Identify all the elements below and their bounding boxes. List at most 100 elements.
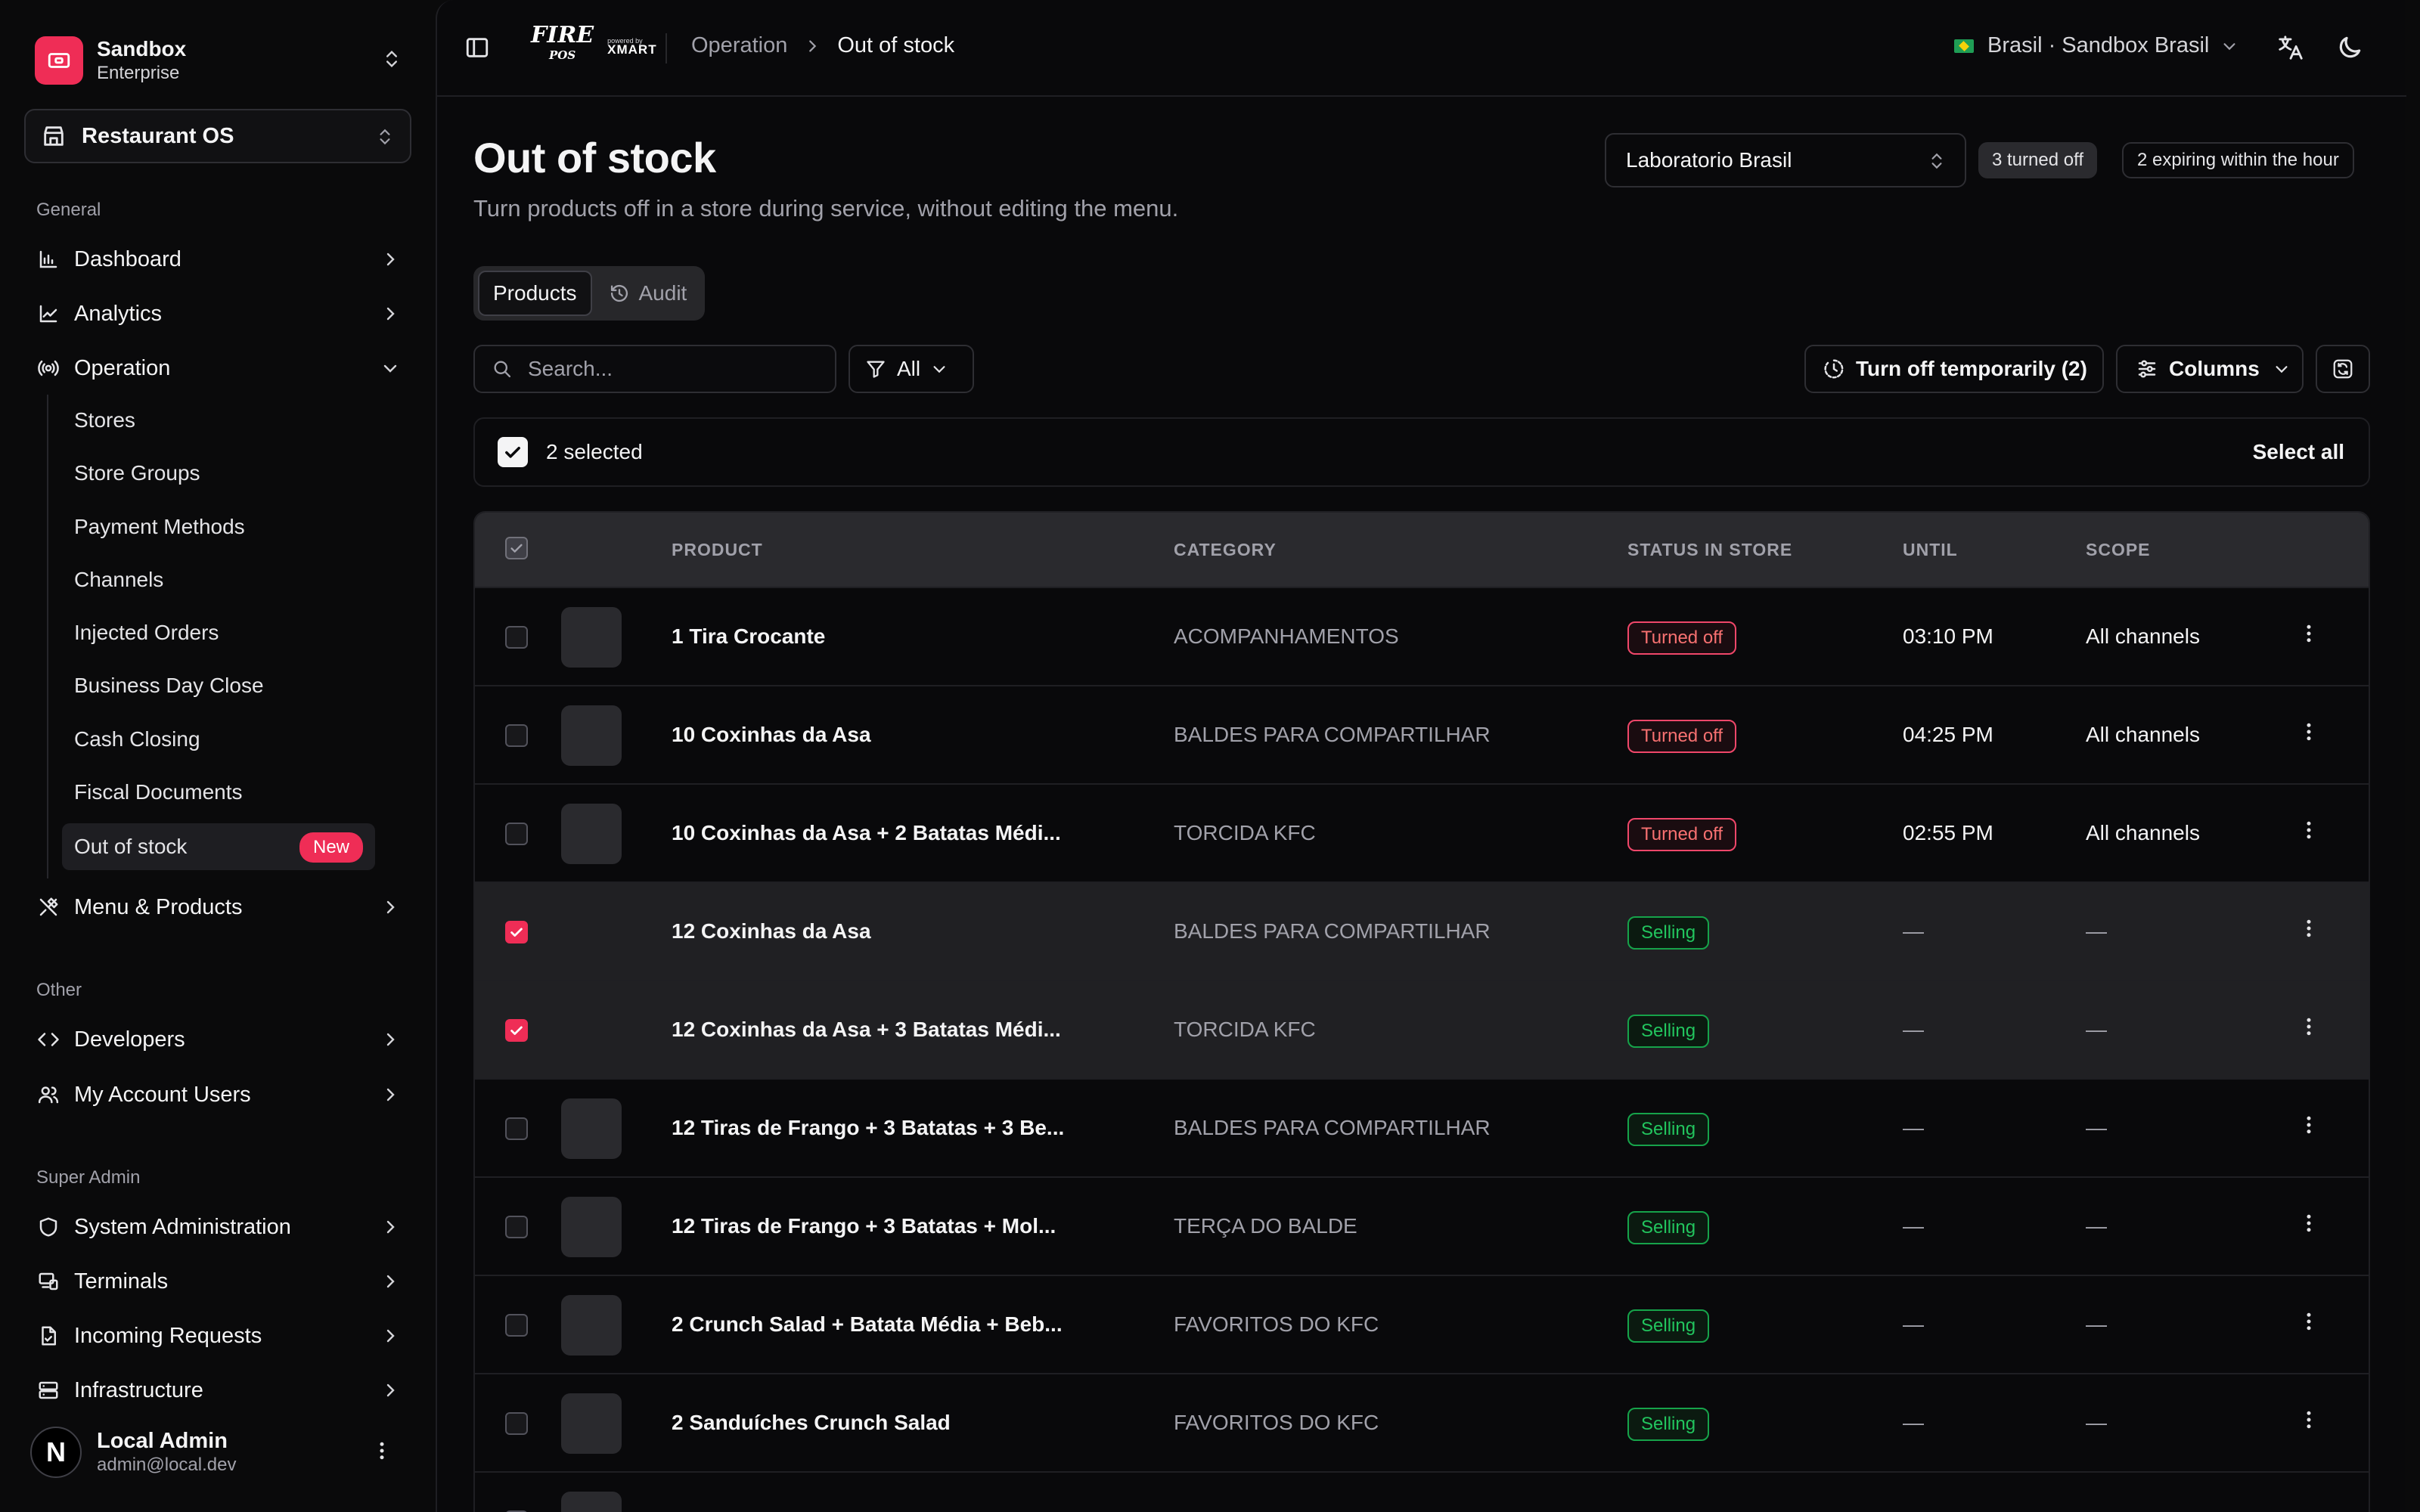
sidebar-item-incoming-requests[interactable]: Incoming Requests (24, 1313, 411, 1359)
sidebar-item-menu-products[interactable]: Menu & Products (24, 885, 411, 930)
workspace-switcher[interactable]: Sandbox Enterprise (35, 35, 413, 86)
sidebar-item-dashboard[interactable]: Dashboard (24, 237, 411, 282)
table-row[interactable]: 2 Crunch Salad + Batata Média + Beb... FA… (475, 1275, 2369, 1373)
column-header-product[interactable]: PRODUCT (672, 540, 763, 560)
more-vertical-icon[interactable] (2297, 1310, 2320, 1333)
selection-bar: 2 selected Select all (473, 417, 2370, 487)
product-name: 2 Sanduíches Crunch Salad (672, 1411, 951, 1434)
table-row[interactable] (475, 1471, 2369, 1512)
language-icon[interactable] (2276, 33, 2305, 62)
table-row[interactable]: 2 Sanduíches Crunch Salad FAVORITOS DO KF… (475, 1373, 2369, 1471)
turn-off-temporarily-button[interactable]: Turn off temporarily (2) (1804, 345, 2104, 393)
search-icon (492, 358, 513, 380)
check-icon (510, 544, 523, 553)
row-checkbox[interactable] (505, 724, 528, 747)
until-time: — (1903, 1411, 1924, 1434)
more-vertical-icon[interactable] (2297, 819, 2320, 841)
store-icon (41, 123, 67, 149)
row-checkbox[interactable] (505, 1412, 528, 1435)
column-header-status[interactable]: STATUS IN STORE (1627, 540, 1792, 560)
row-checkbox[interactable] (505, 1314, 528, 1337)
sidebar-item-store-groups[interactable]: Store Groups (62, 450, 375, 497)
columns-button[interactable]: Columns (2116, 345, 2304, 393)
divider (666, 33, 667, 64)
breadcrumb-operation[interactable]: Operation (691, 33, 787, 58)
table-row[interactable]: 10 Coxinhas da Asa + 2 Batatas Médi... TO… (475, 783, 2369, 881)
chevron-right-icon (381, 305, 399, 323)
table-row[interactable]: 10 Coxinhas da Asa BALDES PARA COMPARTILH… (475, 685, 2369, 783)
more-vertical-icon[interactable] (2297, 1408, 2320, 1431)
sidebar-item-label: Operation (74, 355, 171, 380)
more-vertical-icon[interactable] (2297, 720, 2320, 743)
refresh-button[interactable] (2316, 345, 2370, 393)
select-toggle-checkbox[interactable] (498, 437, 528, 467)
search-input[interactable] (528, 357, 815, 381)
more-vertical-icon[interactable] (2297, 1015, 2320, 1038)
user-email: admin@local.dev (97, 1455, 237, 1475)
tab-products[interactable]: Products (478, 271, 592, 316)
more-vertical-icon[interactable] (2297, 917, 2320, 940)
sidebar-item-analytics[interactable]: Analytics (24, 291, 411, 336)
sidebar-item-injected-orders[interactable]: Injected Orders (62, 609, 375, 656)
sidebar-item-stores[interactable]: Stores (62, 397, 375, 444)
until-time: 03:10 PM (1903, 624, 1993, 648)
table-header: PRODUCT CATEGORY STATUS IN STORE UNTIL S… (475, 513, 2369, 587)
view-tabs: Products Audit (473, 266, 706, 321)
row-checkbox[interactable] (505, 1019, 528, 1042)
search-field[interactable] (473, 345, 836, 393)
column-header-category[interactable]: CATEGORY (1174, 540, 1277, 560)
chevron-right-icon (381, 898, 399, 916)
devices-icon (35, 1268, 62, 1295)
chevron-right-icon (804, 38, 821, 54)
more-vertical-icon[interactable] (2297, 1212, 2320, 1235)
sidebar-item-infrastructure[interactable]: Infrastructure (24, 1368, 411, 1413)
sidebar-item-business-day-close[interactable]: Business Day Close (62, 662, 375, 709)
table-row[interactable]: 12 Tiras de Frango + 3 Batatas + Mol... T… (475, 1176, 2369, 1275)
product-category: BALDES PARA COMPARTILHAR (1174, 723, 1491, 746)
until-time: — (1903, 1312, 1924, 1336)
column-header-scope[interactable]: SCOPE (2086, 540, 2151, 560)
row-checkbox[interactable] (505, 626, 528, 649)
store-select[interactable]: Laboratorio Brasil (1605, 133, 1966, 187)
sidebar-item-payment-methods[interactable]: Payment Methods (62, 503, 375, 550)
more-vertical-icon[interactable] (371, 1439, 393, 1462)
row-checkbox[interactable] (505, 823, 528, 845)
column-header-until[interactable]: UNTIL (1903, 540, 1958, 560)
row-checkbox[interactable] (505, 921, 528, 943)
header-checkbox[interactable] (505, 537, 528, 559)
more-vertical-icon[interactable] (2297, 1114, 2320, 1136)
chevron-right-icon (381, 1381, 399, 1399)
tab-audit[interactable]: Audit (595, 271, 701, 316)
user-menu[interactable]: N Local Admin admin@local.dev (30, 1424, 408, 1480)
sidebar-item-channels[interactable]: Channels (62, 556, 375, 603)
submenu-rail (47, 395, 48, 878)
table-row[interactable]: 12 Tiras de Frango + 3 Batatas + 3 Be...… (475, 1078, 2369, 1176)
line-chart-icon (35, 300, 62, 327)
select-all-button[interactable]: Select all (2253, 440, 2344, 464)
status-filter[interactable]: All (849, 345, 974, 393)
org-select[interactable]: Restaurant OS (24, 109, 411, 163)
sidebar-item-label: Incoming Requests (74, 1323, 262, 1348)
table-row[interactable]: 1 Tira Crocante ACOMPANHAMENTOS Turned off… (475, 587, 2369, 685)
region-select[interactable]: Brasil · Sandbox Brasil (1954, 33, 2238, 58)
sidebar-item-out-of-stock[interactable]: Out of stock New (62, 823, 375, 870)
check-icon (510, 928, 523, 937)
table-row[interactable]: 12 Coxinhas da Asa + 3 Batatas Médi... TO… (475, 980, 2369, 1078)
sidebar-item-operation[interactable]: Operation (24, 345, 411, 391)
sidebar-item-my-account-users[interactable]: My Account Users (24, 1072, 411, 1117)
sidebar-toggle-icon[interactable] (464, 35, 490, 60)
sidebar-item-developers[interactable]: Developers (24, 1017, 411, 1062)
check-icon (505, 447, 520, 458)
more-vertical-icon[interactable] (2297, 622, 2320, 645)
until-time: — (1903, 1214, 1924, 1238)
sidebar-item-terminals[interactable]: Terminals (24, 1259, 411, 1304)
sidebar-item-system-administration[interactable]: System Administration (24, 1204, 411, 1250)
sidebar-item-fiscal-documents[interactable]: Fiscal Documents (62, 769, 375, 816)
moon-icon[interactable] (2335, 33, 2364, 62)
server-icon (35, 1377, 62, 1404)
sidebar-item-cash-closing[interactable]: Cash Closing (62, 716, 375, 763)
row-checkbox[interactable] (505, 1216, 528, 1238)
table-row[interactable]: 12 Coxinhas da Asa BALDES PARA COMPARTILH… (475, 881, 2369, 980)
row-checkbox[interactable] (505, 1117, 528, 1140)
utensils-icon (35, 894, 62, 921)
